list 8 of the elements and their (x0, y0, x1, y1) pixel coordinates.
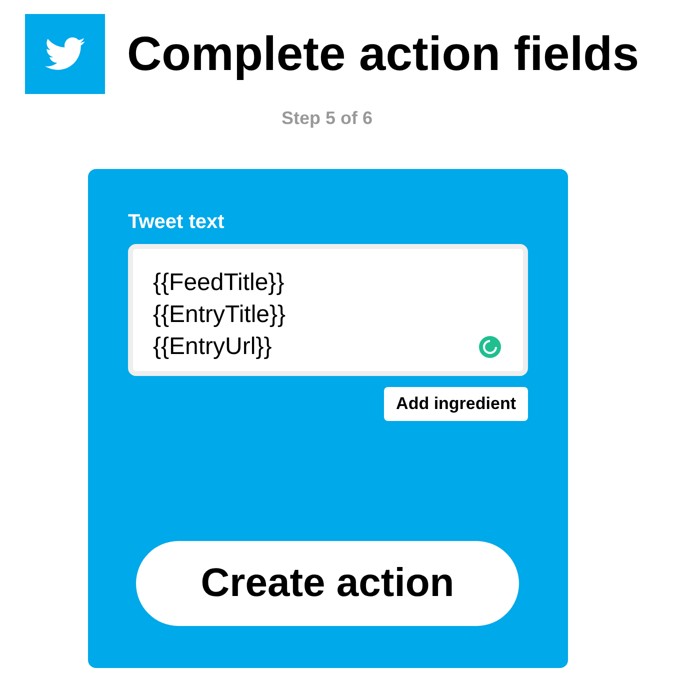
add-ingredient-button[interactable]: Add ingredient (384, 387, 528, 421)
page-title: Complete action fields (127, 26, 640, 82)
create-action-button[interactable]: Create action (136, 541, 519, 626)
step-indicator: Step 5 of 6 (280, 108, 374, 129)
field-label: Tweet text (128, 211, 224, 234)
loading-icon (479, 336, 501, 358)
tweet-text-field[interactable]: {{FeedTitle}} {{EntryTitle}} {{EntryUrl}} (128, 244, 528, 376)
bird-icon (45, 37, 85, 71)
